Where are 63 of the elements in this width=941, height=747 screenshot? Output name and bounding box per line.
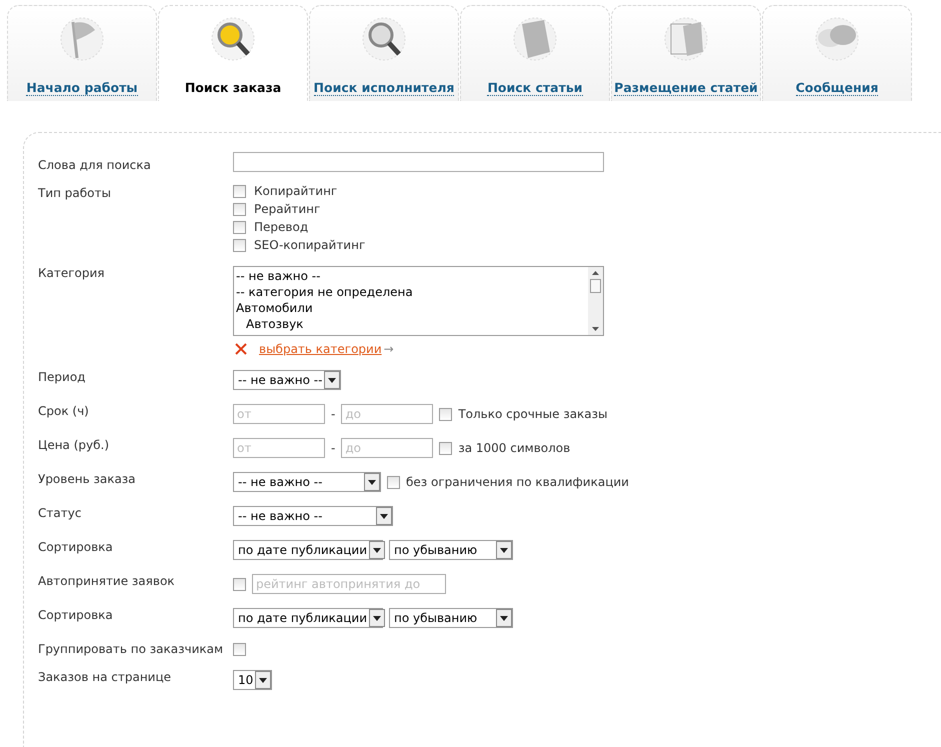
from-field[interactable]: от <box>233 404 325 424</box>
tab[interactable]: Сообщения <box>762 5 912 101</box>
select-field[interactable]: по убыванию <box>389 540 513 560</box>
rating-field[interactable]: рейтинг автопринятия до <box>252 574 446 594</box>
field-label: Сортировка <box>38 540 114 556</box>
category-listbox[interactable]: -- не важно -- -- категория не определена Автомобили Автозвук <box>233 266 604 336</box>
to-field[interactable]: до <box>341 404 434 424</box>
list-option[interactable]: Автомобили <box>236 300 586 316</box>
checkbox[interactable] <box>233 184 246 198</box>
select-field[interactable]: -- не важно -- <box>233 472 381 492</box>
field-label: Цена (руб.) <box>38 438 110 454</box>
field-label: Срок (ч) <box>38 404 90 420</box>
select-field[interactable]: по убыванию <box>389 608 513 628</box>
tab[interactable]: Поиск исполнителя <box>309 5 459 101</box>
remove-icon[interactable] <box>235 343 247 355</box>
field-label: Заказов на странице <box>38 670 172 686</box>
tab[interactable]: Поиск статьи <box>460 5 610 101</box>
checkbox-label: Рерайтинг <box>254 202 320 216</box>
select-field[interactable]: -- не важно -- <box>233 370 342 390</box>
checkbox-label: SEO-копирайтинг <box>254 238 366 252</box>
field-label: Автопринятие заявок <box>38 574 176 590</box>
field-label: Тип работы <box>38 186 112 202</box>
list-option[interactable]: -- категория не определена <box>236 284 586 300</box>
field-label: Статус <box>38 506 82 522</box>
field-label: Уровень заказа <box>38 472 137 488</box>
scroll-thumb[interactable] <box>590 279 601 293</box>
dash-text: - <box>331 441 336 455</box>
choose-categories-link[interactable]: выбрать категории <box>259 342 382 356</box>
checkbox[interactable] <box>439 408 452 420</box>
checkbox-label: за 1000 символов <box>458 441 570 455</box>
list-option[interactable]: Автозвук <box>236 316 586 332</box>
tab[interactable]: Размещение статей <box>611 5 761 101</box>
select-field[interactable]: по дате публикации <box>233 608 383 628</box>
tab[interactable]: Начало работы <box>7 5 157 101</box>
list-option[interactable]: -- не важно -- <box>236 268 586 284</box>
arrow-text: → <box>384 342 394 356</box>
select-field[interactable]: 10 <box>233 670 272 690</box>
field-label: Категория <box>38 266 106 282</box>
field-label: Сортировка <box>38 608 114 624</box>
to-field[interactable]: до <box>341 438 434 458</box>
scrollbar[interactable] <box>588 267 603 335</box>
select-field[interactable]: по дате публикации <box>233 540 383 560</box>
checkbox[interactable] <box>439 442 452 454</box>
checkbox-label: без ограничения по квалификации <box>406 475 629 489</box>
search-field[interactable] <box>233 152 604 172</box>
dash-text: - <box>331 407 336 421</box>
tab[interactable]: Поиск заказа <box>158 5 308 101</box>
field-label: Период <box>38 370 86 386</box>
checkbox[interactable] <box>233 578 246 590</box>
field-label: Группировать по заказчикам <box>38 642 224 656</box>
select-field[interactable]: -- не важно -- <box>233 506 393 526</box>
checkbox-label: Перевод <box>254 220 308 234</box>
scroll-up-icon[interactable] <box>591 270 600 276</box>
checkbox-label: Только срочные заказы <box>458 407 608 421</box>
checkbox[interactable] <box>233 238 246 252</box>
checkbox[interactable] <box>233 202 246 216</box>
from-field[interactable]: от <box>233 438 325 458</box>
field-label: Слова для поиска <box>38 158 152 172</box>
checkbox[interactable] <box>233 220 246 234</box>
checkbox[interactable] <box>387 476 400 488</box>
scroll-down-icon[interactable] <box>591 326 600 332</box>
checkbox[interactable] <box>233 642 246 656</box>
checkbox-label: Копирайтинг <box>254 184 338 198</box>
